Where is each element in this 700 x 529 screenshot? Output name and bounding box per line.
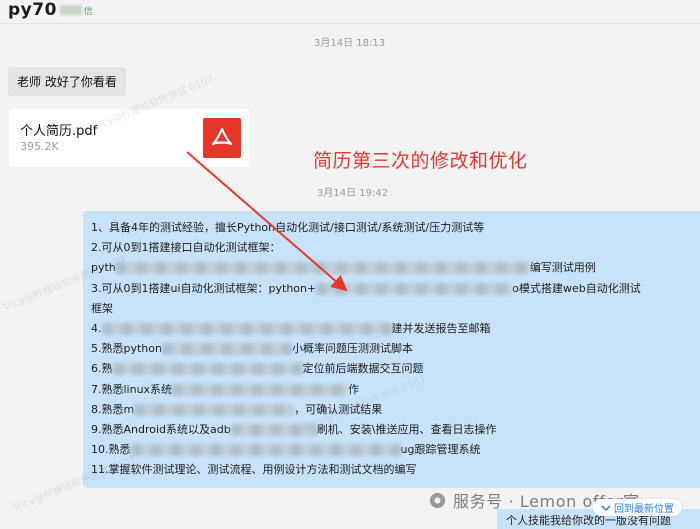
redaction-blur [172, 383, 349, 396]
redaction-blur [101, 323, 392, 336]
resume-line: 4. 建并发送报告至邮箱 [91, 322, 491, 336]
redaction-blur [59, 5, 82, 15]
redaction-blur [112, 363, 303, 376]
jump-to-latest-label: 回到最新位置 [614, 504, 674, 515]
file-size: 395.2K [20, 140, 59, 153]
chat-title-sub: 信 [83, 6, 94, 17]
timestamp: 3月14日 19:42 [317, 188, 389, 199]
jump-to-latest-button[interactable]: 回到最新位置 [593, 499, 682, 516]
resume-line: 1、具备4年的测试经验，擅长Python自动化测试/接口测试/系统测试/压力测试… [91, 221, 485, 234]
redaction-blur [115, 262, 530, 275]
redaction-blur [134, 403, 295, 416]
resume-line: 框架 [91, 301, 113, 315]
timestamp: 3月14日 18:13 [314, 38, 386, 49]
redaction-blur [161, 343, 292, 356]
message-text: 老师 改好了你看看 [17, 75, 117, 89]
resume-line: 5.熟悉python 小概率问题压测测试脚本 [91, 342, 413, 356]
gear-icon [429, 492, 446, 508]
resume-line: 6.熟 定位前后端数据交互问题 [91, 362, 424, 376]
header-divider [0, 23, 700, 24]
resume-line: pyth 编写测试用例 [91, 261, 596, 275]
pdf-icon [203, 118, 241, 158]
chat-title: py70 信 [8, 0, 93, 20]
resume-message-bubble[interactable]: 1、具备4年的测试经验，擅长Python自动化测试/接口测试/系统测试/压力测试… [83, 211, 700, 488]
redaction-blur [130, 444, 401, 457]
chevron-down-icon [601, 504, 611, 511]
resume-line: 3.可从0到1搭建ui自动化测试框架：python+ o模式搭建web自动化测试 [91, 281, 641, 295]
resume-line: 11.掌握软件测试理论、测试流程、用例设计方法和测试文档的编写 [91, 463, 417, 477]
resume-line: 10.熟悉 ug跟踪管理系统 [91, 443, 481, 457]
resume-line: 2.可从0到1搭建接口自动化测试框架： [91, 241, 281, 255]
file-name: 个人简历.pdf [20, 124, 98, 139]
resume-line: 9.熟悉Android系统以及adb 刷机、安装\推送应用、查看日志操作 [91, 423, 497, 437]
resume-line: 8.熟悉m ，可确认测试结果 [91, 402, 383, 416]
chat-title-text: py70 [8, 0, 57, 20]
annotation-text: 简历第三次的修改和优化 [313, 150, 528, 172]
redaction-blur [316, 282, 513, 295]
message-bubble[interactable]: 老师 改好了你看看 [8, 67, 126, 96]
